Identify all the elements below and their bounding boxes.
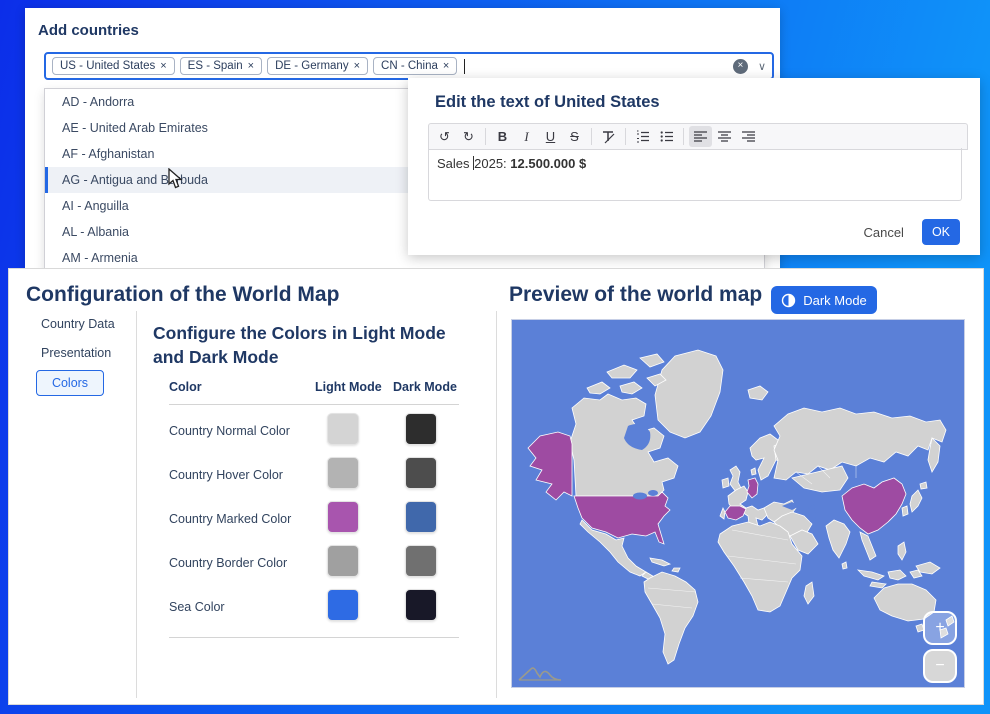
dark-color-swatch[interactable]	[405, 413, 437, 445]
contrast-icon	[781, 293, 796, 308]
world-map-svg	[512, 320, 964, 687]
main-panel: Configuration of the World Map Country D…	[8, 268, 984, 705]
light-color-swatch[interactable]	[327, 413, 359, 445]
tag-de[interactable]: DE - Germany ×	[267, 57, 368, 75]
map-logo-icon	[517, 663, 563, 683]
zoom-in-button[interactable]: +	[923, 611, 957, 645]
table-row: Country Marked Color	[169, 497, 459, 541]
underline-button[interactable]: U	[539, 126, 562, 147]
tag-cn[interactable]: CN - China ×	[373, 57, 457, 75]
tag-remove-icon[interactable]: ×	[160, 60, 166, 72]
dark-color-swatch[interactable]	[405, 545, 437, 577]
screen: Add countries US - United States × ES - …	[0, 0, 990, 714]
table-row: Country Hover Color	[169, 453, 459, 497]
chevron-down-icon[interactable]: ∨	[758, 60, 766, 73]
rich-text-toolbar: ↺ ↻ B I U S	[428, 123, 968, 150]
row-label: Country Border Color	[169, 555, 315, 572]
light-color-swatch[interactable]	[327, 501, 359, 533]
tab-presentation[interactable]: Presentation	[41, 346, 111, 360]
undo-icon[interactable]: ↺	[433, 126, 456, 147]
dark-color-swatch[interactable]	[405, 589, 437, 621]
light-color-swatch[interactable]	[327, 457, 359, 489]
dark-color-swatch[interactable]	[405, 501, 437, 533]
editor-text: 2025:	[474, 156, 510, 171]
table-row: Country Normal Color	[169, 409, 459, 453]
col-header-color: Color	[169, 379, 315, 396]
tag-label: CN - China	[381, 60, 438, 72]
add-countries-title: Add countries	[38, 22, 139, 39]
toolbar-separator	[485, 128, 486, 145]
mouse-cursor	[168, 168, 184, 190]
align-right-icon[interactable]	[737, 126, 760, 147]
col-header-light: Light Mode	[315, 379, 393, 396]
config-title: Configuration of the World Map	[26, 283, 339, 307]
rich-text-editor[interactable]: Sales 2025: 12.500.000 $	[428, 148, 962, 201]
toolbar-separator	[591, 128, 592, 145]
tag-us[interactable]: US - United States ×	[52, 57, 175, 75]
edit-text-dialog: Edit the text of United States ↺ ↻ B I U…	[408, 78, 980, 255]
row-label: Country Marked Color	[169, 511, 315, 528]
preview-title: Preview of the world map	[509, 283, 762, 307]
text-caret	[464, 59, 465, 74]
bullet-list-icon[interactable]	[655, 126, 678, 147]
tab-country-data[interactable]: Country Data	[41, 317, 115, 331]
strikethrough-button[interactable]: S	[563, 126, 586, 147]
divider	[496, 311, 497, 698]
ok-button[interactable]: OK	[922, 219, 960, 245]
table-row: Country Border Color	[169, 541, 459, 585]
tag-es[interactable]: ES - Spain ×	[180, 57, 262, 75]
tag-remove-icon[interactable]: ×	[248, 60, 254, 72]
dark-mode-button[interactable]: Dark Mode	[771, 286, 877, 314]
colors-section-title: Configure the Colors in Light Mode and D…	[153, 321, 458, 369]
clear-all-icon[interactable]: ×	[733, 59, 748, 74]
align-left-icon[interactable]	[689, 126, 712, 147]
color-table-header: Color Light Mode Dark Mode	[169, 379, 459, 405]
tab-colors-active[interactable]: Colors	[36, 370, 104, 396]
toolbar-separator	[625, 128, 626, 145]
tag-remove-icon[interactable]: ×	[354, 60, 360, 72]
light-color-swatch[interactable]	[327, 589, 359, 621]
world-map[interactable]: + −	[511, 319, 965, 688]
cancel-button[interactable]: Cancel	[863, 225, 903, 240]
zoom-out-button[interactable]: −	[923, 649, 957, 683]
redo-icon[interactable]: ↻	[457, 126, 480, 147]
tag-label: US - United States	[60, 60, 155, 72]
divider	[136, 311, 137, 698]
edit-dialog-title: Edit the text of United States	[435, 93, 660, 112]
table-row: Sea Color	[169, 585, 459, 629]
editor-text-bold: 12.500.000 $	[510, 156, 586, 171]
clear-format-icon[interactable]	[597, 126, 620, 147]
editor-text: Sales	[437, 156, 473, 171]
col-header-dark: Dark Mode	[393, 379, 459, 396]
tag-remove-icon[interactable]: ×	[443, 60, 449, 72]
italic-button[interactable]: I	[515, 126, 538, 147]
dark-mode-label: Dark Mode	[803, 293, 867, 308]
align-center-icon[interactable]	[713, 126, 736, 147]
bold-button[interactable]: B	[491, 126, 514, 147]
tag-label: DE - Germany	[275, 60, 349, 72]
light-color-swatch[interactable]	[327, 545, 359, 577]
color-table: Color Light Mode Dark Mode Country Norma…	[169, 379, 459, 638]
row-label: Sea Color	[169, 599, 315, 616]
ordered-list-icon[interactable]	[631, 126, 654, 147]
row-label: Country Normal Color	[169, 423, 315, 440]
country-multiselect-input[interactable]: US - United States × ES - Spain × DE - G…	[44, 52, 774, 80]
toolbar-separator	[683, 128, 684, 145]
dark-color-swatch[interactable]	[405, 457, 437, 489]
row-label: Country Hover Color	[169, 467, 315, 484]
tag-label: ES - Spain	[188, 60, 243, 72]
